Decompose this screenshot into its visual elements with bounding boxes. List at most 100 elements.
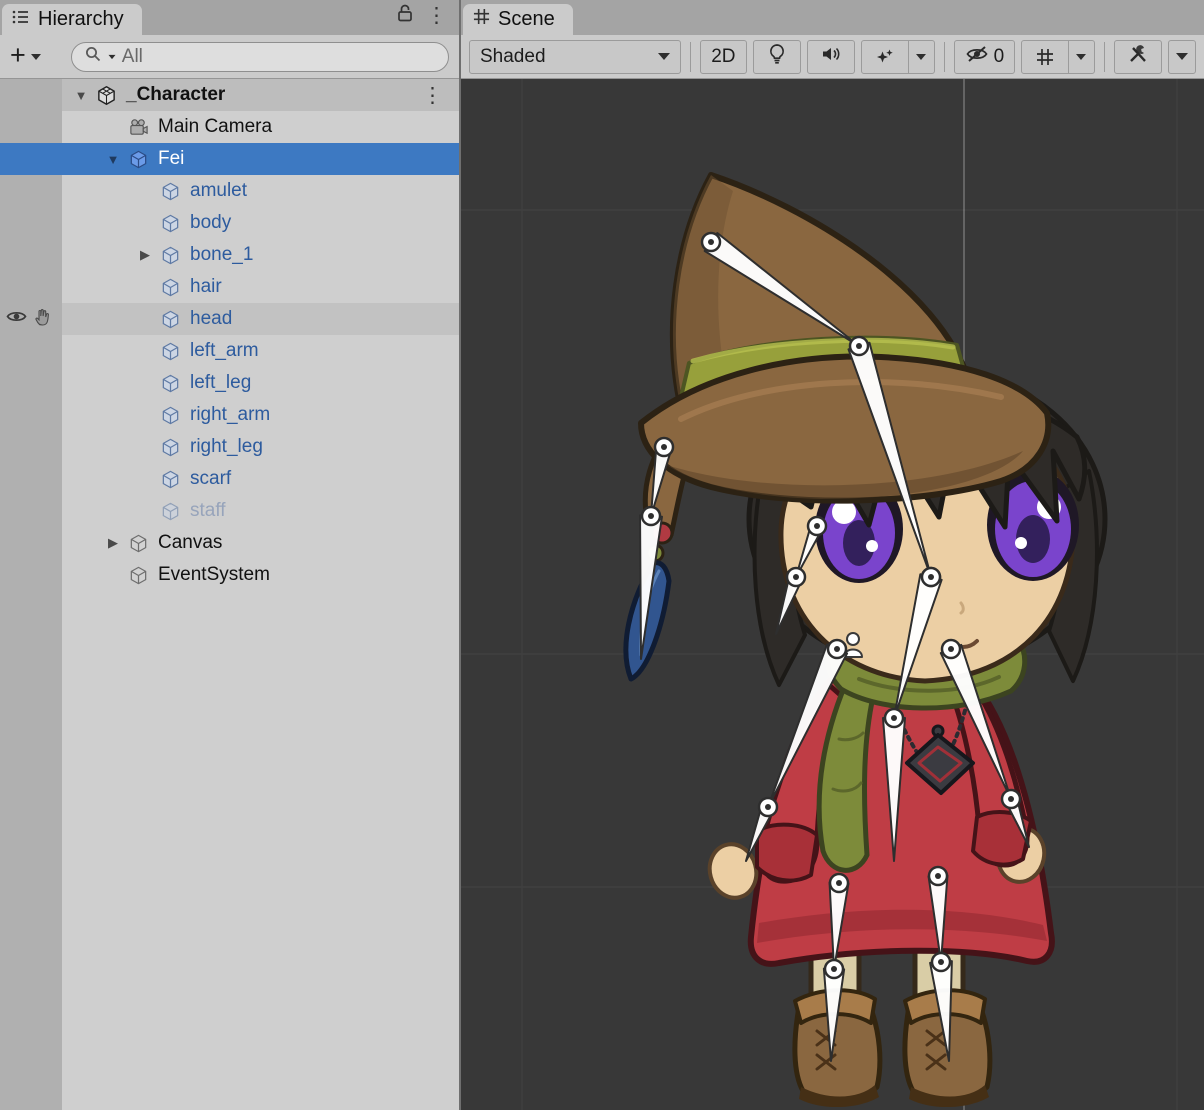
expander-open-icon[interactable]: ▼ bbox=[68, 88, 94, 103]
bone-joint-center bbox=[938, 959, 944, 965]
pick-icon[interactable] bbox=[33, 307, 53, 332]
tree-item-label: Fei bbox=[158, 148, 184, 170]
row-gutter bbox=[0, 367, 62, 399]
cube-prefab-child-icon bbox=[158, 468, 183, 490]
grid-visibility-split-button bbox=[1021, 40, 1095, 74]
hierarchy-menu-icon[interactable]: ⋮ bbox=[426, 5, 447, 26]
bone-joint-center bbox=[928, 574, 934, 580]
cube-prefab-child-icon bbox=[158, 276, 183, 298]
scene-view[interactable] bbox=[461, 79, 1204, 1110]
cube-prefab-child-icon bbox=[158, 372, 183, 394]
tree-item-label: right_arm bbox=[190, 404, 270, 426]
tree-row-canvas[interactable]: ▶ Canvas bbox=[0, 527, 459, 559]
row-gutter bbox=[0, 175, 62, 207]
tree-row-hair[interactable]: hair bbox=[0, 271, 459, 303]
visibility-off-icon bbox=[965, 44, 989, 70]
scene-lighting-button[interactable] bbox=[753, 40, 801, 74]
hidden-objects-count: 0 bbox=[994, 46, 1005, 68]
row-gutter bbox=[0, 271, 62, 303]
toolbar-separator bbox=[944, 42, 945, 72]
row-gutter bbox=[0, 79, 62, 111]
row-gutter bbox=[0, 495, 62, 527]
row-gutter bbox=[0, 303, 62, 335]
tree-item-label: staff bbox=[190, 500, 226, 522]
search-icon bbox=[84, 45, 102, 69]
tree-row-amulet[interactable]: amulet bbox=[0, 175, 459, 207]
toolbar-separator bbox=[690, 42, 691, 72]
row-gutter bbox=[0, 399, 62, 431]
expander-open-icon[interactable]: ▼ bbox=[100, 152, 126, 167]
hierarchy-search-input[interactable]: All bbox=[71, 42, 449, 72]
tree-row-_character[interactable]: ▼ _Character ⋮ bbox=[0, 79, 459, 111]
create-object-button[interactable]: + bbox=[10, 45, 41, 69]
tree-item-label: body bbox=[190, 212, 231, 234]
effects-dropdown-caret[interactable] bbox=[908, 41, 934, 73]
row-gutter bbox=[0, 111, 62, 143]
bone-joint-center bbox=[831, 966, 837, 972]
cube-prefab-child-icon bbox=[158, 436, 183, 458]
tree-row-scarf[interactable]: scarf bbox=[0, 463, 459, 495]
tree-row-left_leg[interactable]: left_leg bbox=[0, 367, 459, 399]
tree-item-label: hair bbox=[190, 276, 222, 298]
scene-tabstrip: Scene bbox=[461, 0, 1204, 35]
tree-row-bone_1[interactable]: ▶bone_1 bbox=[0, 239, 459, 271]
hierarchy-toolbar: + All bbox=[0, 35, 459, 79]
tools-icon bbox=[1127, 44, 1149, 70]
hierarchy-tree: ▼ _Character ⋮ Main Camera ▼ Fei amulet body ▶bo… bbox=[0, 79, 459, 1110]
tree-row-left_arm[interactable]: left_arm bbox=[0, 335, 459, 367]
bone-joint-center bbox=[834, 646, 840, 652]
tree-row-right_arm[interactable]: right_arm bbox=[0, 399, 459, 431]
row-gutter bbox=[0, 239, 62, 271]
scene-audio-button[interactable] bbox=[807, 40, 855, 74]
tree-item-label: _Character bbox=[126, 84, 225, 106]
tree-item-label: head bbox=[190, 308, 232, 330]
expander-closed-icon[interactable]: ▶ bbox=[100, 535, 126, 551]
hierarchy-panel: Hierarchy ⋮ + All ▼ _Character ⋮ bbox=[0, 0, 459, 1110]
eye-icon[interactable] bbox=[5, 308, 28, 330]
cube-prefab-child-icon bbox=[158, 180, 183, 202]
bone-joint-center bbox=[948, 646, 954, 652]
hierarchy-list-icon bbox=[12, 8, 30, 31]
cube-prefab-child-icon bbox=[158, 404, 183, 426]
tree-row-main-camera[interactable]: Main Camera bbox=[0, 111, 459, 143]
tree-item-label: right_leg bbox=[190, 436, 263, 458]
shading-mode-dropdown[interactable]: Shaded bbox=[469, 40, 681, 74]
grid-dropdown-caret[interactable] bbox=[1068, 41, 1094, 73]
row-gutter bbox=[0, 559, 62, 591]
tree-item-label: EventSystem bbox=[158, 564, 270, 586]
bone-joint-center bbox=[661, 444, 667, 450]
tree-row-head[interactable]: head bbox=[0, 303, 459, 335]
lightbulb-icon bbox=[767, 43, 787, 71]
audio-icon bbox=[820, 44, 842, 70]
expander-closed-icon[interactable]: ▶ bbox=[132, 247, 158, 263]
tree-row-right_leg[interactable]: right_leg bbox=[0, 431, 459, 463]
bone-joint-center bbox=[891, 715, 897, 721]
tree-item-label: Canvas bbox=[158, 532, 222, 554]
scene-tools-button[interactable] bbox=[1114, 40, 1162, 74]
grid-icon[interactable] bbox=[1022, 41, 1068, 73]
row-gutter bbox=[0, 335, 62, 367]
tab-hierarchy-label: Hierarchy bbox=[38, 8, 124, 31]
bone-joint-center bbox=[648, 513, 654, 519]
2d-mode-button[interactable]: 2D bbox=[700, 40, 746, 74]
row-gutter bbox=[0, 463, 62, 495]
cube-prefab-child-icon bbox=[158, 244, 183, 266]
tree-row-body[interactable]: body bbox=[0, 207, 459, 239]
lock-icon[interactable] bbox=[396, 3, 414, 28]
tree-row-eventsystem[interactable]: EventSystem bbox=[0, 559, 459, 591]
effects-icon[interactable] bbox=[862, 41, 908, 73]
row-menu-icon[interactable]: ⋮ bbox=[422, 83, 459, 108]
search-placeholder: All bbox=[122, 46, 143, 68]
prefab-cube-icon bbox=[126, 148, 151, 170]
tab-hierarchy[interactable]: Hierarchy bbox=[2, 4, 142, 35]
tab-scene-label: Scene bbox=[498, 8, 555, 31]
tab-scene[interactable]: Scene bbox=[463, 4, 573, 35]
bone-joint-center bbox=[708, 239, 714, 245]
scene-overflow-dropdown[interactable] bbox=[1168, 40, 1196, 74]
tree-row-staff[interactable]: staff bbox=[0, 495, 459, 527]
unity-editor-window: Hierarchy ⋮ + All ▼ _Character ⋮ bbox=[0, 0, 1204, 1110]
hidden-objects-button[interactable]: 0 bbox=[954, 40, 1015, 74]
tree-row-fei[interactable]: ▼ Fei bbox=[0, 143, 459, 175]
tree-item-label: amulet bbox=[190, 180, 247, 202]
chevron-down-icon bbox=[658, 53, 670, 60]
